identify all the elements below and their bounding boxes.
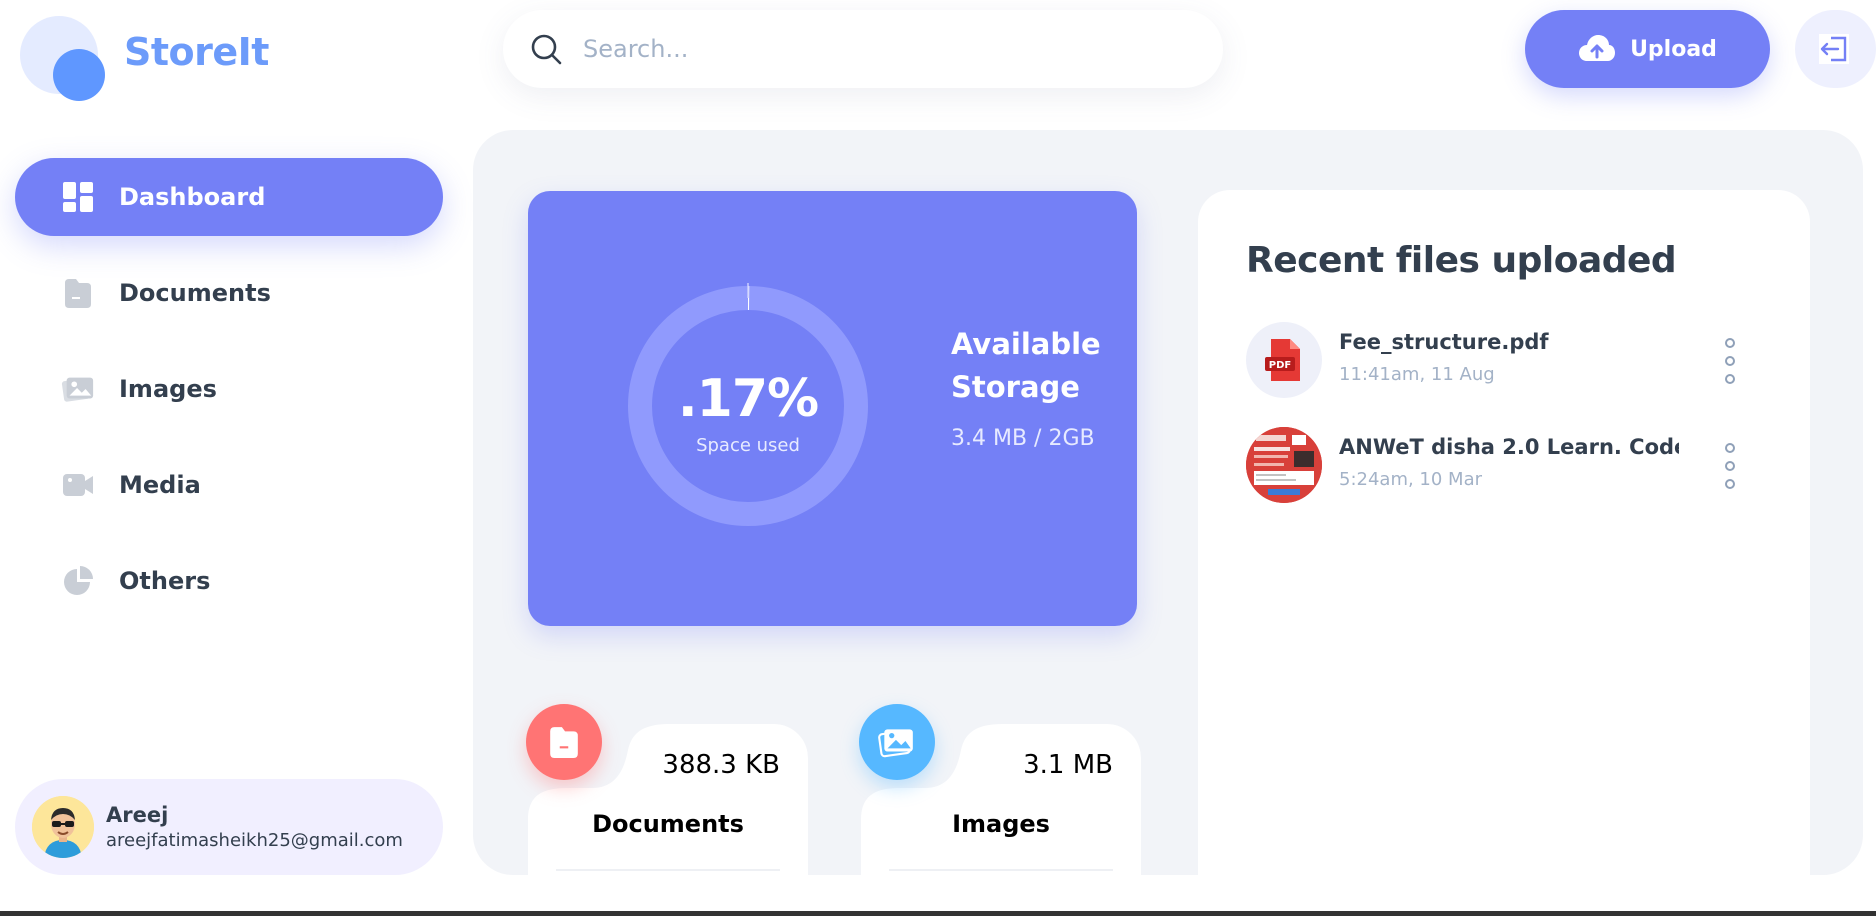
- search-icon: [531, 34, 562, 65]
- avatar: [32, 796, 94, 858]
- window-bottom-edge: [0, 911, 1876, 916]
- sidebar-nav: Dashboard Documents Images Media Others: [15, 158, 443, 638]
- video-icon: [61, 468, 95, 502]
- recent-files-panel: Recent files uploaded PDF Fee_structure.…: [1198, 190, 1810, 875]
- category-size: 3.1 MB: [1023, 750, 1113, 780]
- file-row[interactable]: PDF Fee_structure.pdf 11:41am, 11 Aug: [1246, 322, 1766, 398]
- file-menu-button[interactable]: [1723, 338, 1737, 384]
- main-panel: .17% Space used Available Storage 3.4 MB…: [473, 130, 1863, 875]
- sidebar-item-label: Media: [119, 471, 201, 499]
- sidebar-item-documents[interactable]: Documents: [15, 254, 443, 332]
- category-card-documents[interactable]: 388.3 KB Documents: [526, 704, 808, 875]
- category-divider: [889, 869, 1113, 871]
- dashboard-icon: [61, 180, 95, 214]
- storage-percent: .17%: [677, 369, 819, 429]
- recent-files-title: Recent files uploaded: [1246, 240, 1677, 281]
- images-icon: [859, 704, 935, 780]
- user-name: Areej: [106, 803, 169, 827]
- sidebar-item-images[interactable]: Images: [15, 350, 443, 428]
- upload-label: Upload: [1630, 36, 1717, 62]
- file-date: 11:41am, 11 Aug: [1339, 364, 1495, 385]
- image-thumbnail: [1246, 427, 1322, 503]
- logout-button[interactable]: [1795, 10, 1876, 88]
- sidebar-item-label: Images: [119, 375, 217, 403]
- sidebar-item-label: Dashboard: [119, 183, 266, 211]
- images-icon: [61, 372, 95, 406]
- sidebar-item-media[interactable]: Media: [15, 446, 443, 524]
- file-name[interactable]: Fee_structure.pdf: [1339, 330, 1679, 354]
- app-root: StoreIt Upload: [0, 0, 1876, 916]
- file-row[interactable]: ANWeT disha 2.0 Learn. Code.... 5:24am, …: [1246, 427, 1766, 503]
- pdf-icon: PDF: [1246, 322, 1322, 398]
- available-storage-title: Available Storage: [951, 327, 1101, 404]
- storage-used-caption: Space used: [696, 435, 800, 456]
- category-title: Documents: [592, 810, 744, 838]
- sidebar-item-label: Others: [119, 567, 211, 595]
- documents-icon: [61, 276, 95, 310]
- user-email: areejfatimasheikh25@gmail.com: [106, 830, 403, 851]
- search-bar[interactable]: [503, 10, 1223, 88]
- logout-icon: [1819, 34, 1849, 64]
- category-size: 388.3 KB: [662, 750, 780, 780]
- user-card[interactable]: Areej areejfatimasheikh25@gmail.com: [15, 779, 443, 875]
- pie-chart-icon: [61, 564, 95, 598]
- app-logo[interactable]: StoreIt: [20, 16, 280, 102]
- file-menu-button[interactable]: [1723, 443, 1737, 489]
- app-name: StoreIt: [124, 30, 269, 74]
- sidebar-item-dashboard[interactable]: Dashboard: [15, 158, 443, 236]
- category-card-images[interactable]: 3.1 MB Images: [859, 704, 1141, 875]
- user-info: Areej areejfatimasheikh25@gmail.com: [106, 803, 403, 851]
- category-divider: [556, 869, 780, 871]
- cloud-upload-icon: [1579, 35, 1616, 61]
- svg-text:PDF: PDF: [1269, 360, 1291, 371]
- sidebar-item-others[interactable]: Others: [15, 542, 443, 620]
- logo-circle-small: [53, 49, 105, 101]
- upload-button[interactable]: Upload: [1525, 10, 1770, 88]
- file-name[interactable]: ANWeT disha 2.0 Learn. Code....: [1339, 435, 1679, 459]
- storage-summary-card: .17% Space used Available Storage 3.4 MB…: [528, 191, 1137, 626]
- file-date: 5:24am, 10 Mar: [1339, 469, 1483, 490]
- documents-icon: [526, 704, 602, 780]
- search-input[interactable]: [583, 35, 1183, 63]
- sidebar-item-label: Documents: [119, 279, 271, 307]
- category-title: Images: [952, 810, 1050, 838]
- available-storage-value: 3.4 MB / 2GB: [951, 426, 1095, 451]
